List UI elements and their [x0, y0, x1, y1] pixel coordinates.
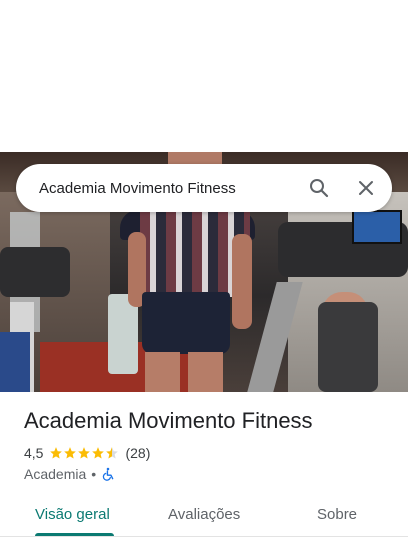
review-count[interactable]: (28): [125, 445, 150, 461]
tab-about[interactable]: Sobre: [317, 506, 357, 523]
star-icon: [92, 447, 105, 459]
category-label: Academia: [24, 466, 87, 482]
rating-row[interactable]: 4,5 (28): [24, 444, 150, 462]
separator: •: [91, 466, 97, 482]
search-icon[interactable]: [308, 177, 330, 199]
rating-value: 4,5: [24, 445, 44, 461]
star-icon: [78, 447, 91, 459]
tab-reviews[interactable]: Avaliações: [168, 506, 240, 523]
star-rating: [49, 446, 119, 460]
star-half-icon: [106, 447, 119, 459]
wheelchair-icon[interactable]: [101, 467, 115, 481]
close-icon[interactable]: [356, 178, 376, 198]
tabs-divider: [0, 536, 408, 537]
star-icon: [64, 447, 77, 459]
search-input[interactable]: Academia Movimento Fitness: [39, 180, 308, 197]
star-icon: [50, 447, 63, 459]
place-title: Academia Movimento Fitness: [24, 408, 313, 433]
place-tabs: Visão geral Avaliações Sobre: [0, 492, 408, 536]
blank-area: [0, 0, 408, 152]
search-bar[interactable]: Academia Movimento Fitness: [16, 164, 392, 212]
category-row: Academia •: [24, 465, 115, 483]
tab-overview[interactable]: Visão geral: [35, 506, 110, 523]
